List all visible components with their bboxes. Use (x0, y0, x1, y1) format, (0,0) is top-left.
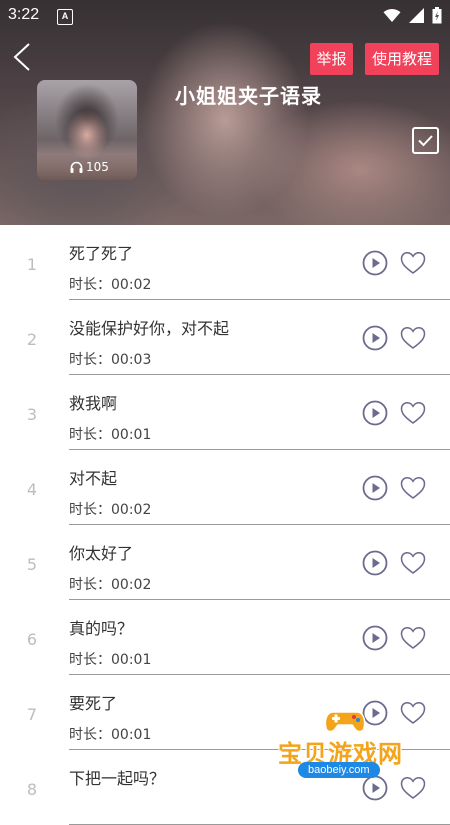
track-row[interactable]: 4 对不起 时长：00:02 (0, 450, 450, 525)
track-title: 要死了 (69, 694, 118, 713)
play-count-value: 105 (86, 160, 109, 174)
status-time: 3:22 (8, 6, 40, 23)
track-title: 对不起 (69, 469, 118, 488)
header: 3:22 A 举报 使用教程 105 小姐姐夹子语录 (0, 0, 450, 225)
heart-icon[interactable] (400, 551, 426, 575)
status-bar: 3:22 A (0, 0, 450, 32)
watermark-url: baobeiy.com (298, 762, 380, 778)
track-duration: 时长：00:01 (69, 652, 152, 668)
track-title: 你太好了 (69, 544, 134, 563)
track-index: 3 (26, 405, 38, 424)
track-index: 4 (26, 480, 38, 499)
play-icon[interactable] (362, 400, 388, 426)
track-title: 救我啊 (69, 394, 118, 413)
battery-icon (432, 7, 442, 24)
play-icon[interactable] (362, 325, 388, 351)
select-toggle[interactable] (412, 127, 439, 154)
track-duration: 时长：00:03 (69, 352, 152, 368)
heart-icon[interactable] (400, 626, 426, 650)
album-cover[interactable]: 105 (37, 80, 137, 180)
track-row[interactable]: 1 死了死了 时长：00:02 (0, 225, 450, 300)
signal-icon (409, 8, 424, 23)
track-title: 死了死了 (69, 244, 134, 263)
track-duration: 时长：00:01 (69, 427, 152, 443)
track-title: 下把一起吗？ (69, 769, 166, 788)
wifi-icon (383, 8, 401, 22)
heart-icon[interactable] (400, 251, 426, 275)
track-index: 8 (26, 780, 38, 799)
track-duration: 时长：00:02 (69, 577, 152, 593)
watermark: 宝贝游戏网 baobeiy.com (278, 704, 428, 800)
checkmark-icon (418, 135, 433, 147)
track-index: 1 (26, 255, 38, 274)
track-title: 没能保护好你，对不起 (69, 319, 230, 338)
track-row[interactable]: 2 没能保护好你，对不起 时长：00:03 (0, 300, 450, 375)
play-icon[interactable] (362, 625, 388, 651)
play-icon[interactable] (362, 475, 388, 501)
status-icons (383, 7, 442, 24)
track-index: 6 (26, 630, 38, 649)
track-index: 5 (26, 555, 38, 574)
track-index: 2 (26, 330, 38, 349)
tutorial-button[interactable]: 使用教程 (365, 43, 439, 75)
track-row[interactable]: 3 救我啊 时长：00:01 (0, 375, 450, 450)
track-row[interactable]: 5 你太好了 时长：00:02 (0, 525, 450, 600)
back-arrow-icon[interactable] (10, 42, 34, 72)
page-title: 小姐姐夹子语录 (175, 84, 322, 108)
track-duration: 时长：00:01 (69, 727, 152, 743)
play-icon[interactable] (362, 550, 388, 576)
notification-a-icon: A (57, 9, 73, 25)
heart-icon[interactable] (400, 476, 426, 500)
report-button[interactable]: 举报 (310, 43, 353, 75)
track-duration: 时长：00:02 (69, 277, 152, 293)
track-title: 真的吗？ (69, 619, 134, 638)
play-icon[interactable] (362, 250, 388, 276)
play-count: 105 (70, 160, 109, 174)
track-duration: 时长：00:02 (69, 502, 152, 518)
heart-icon[interactable] (400, 401, 426, 425)
headphones-icon (70, 161, 83, 173)
track-index: 7 (26, 705, 38, 724)
gamepad-icon (324, 711, 366, 733)
heart-icon[interactable] (400, 326, 426, 350)
track-row[interactable]: 6 真的吗？ 时长：00:01 (0, 600, 450, 675)
